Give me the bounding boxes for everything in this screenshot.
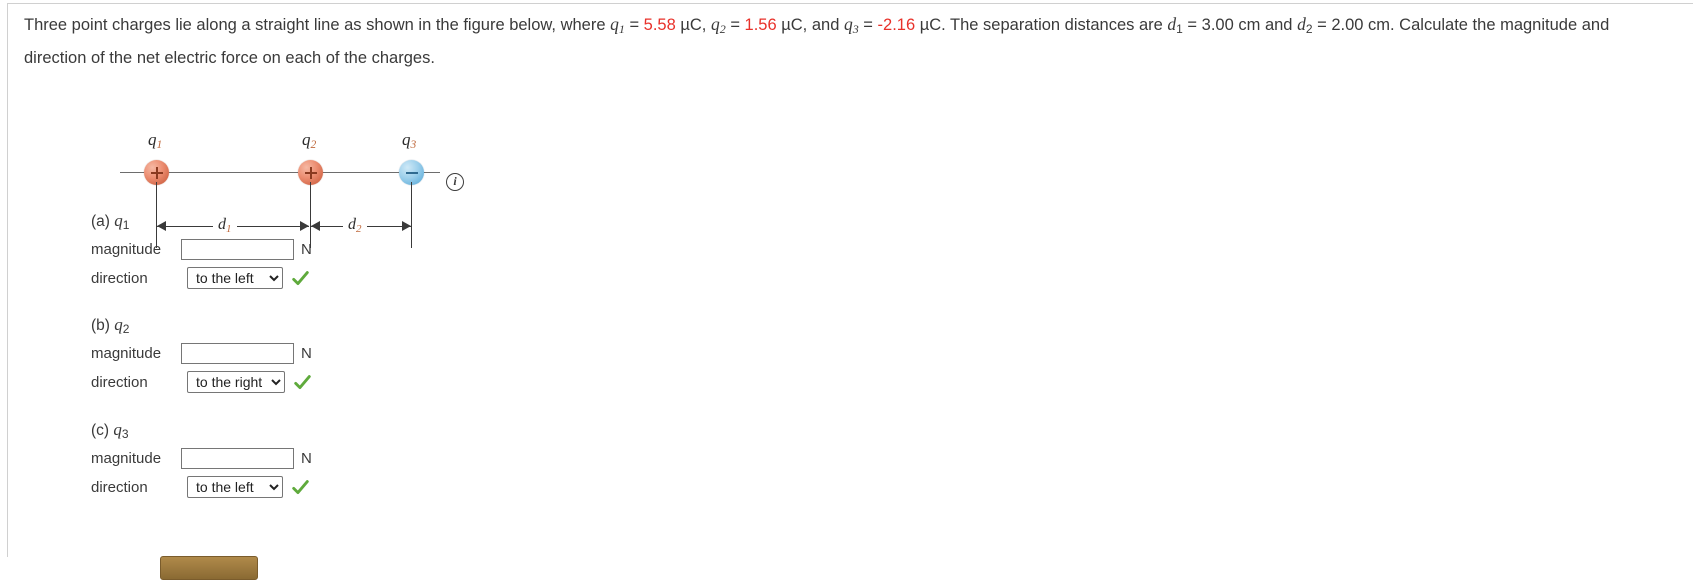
submit-button[interactable] [160,556,258,580]
part-a-correct-check-icon [292,270,309,285]
d2-equals: = [1312,16,1332,34]
part-b-direction-label: direction [91,373,148,391]
q3-symbol: q [843,14,853,34]
charge-label-q1: q1 [148,130,163,151]
d1-value: 3.00 cm [1201,16,1261,34]
d1-subscript: 1 [1176,22,1183,36]
q2-symbol: q [710,14,720,34]
q1-equals: = [624,16,644,34]
statement-text-intro: Three point charges lie along a straight… [24,16,611,34]
part-b-magnitude-input[interactable] [181,342,294,364]
dimension-label-d2: d2 [343,216,367,235]
d2-symbol: d [1297,14,1306,34]
d2-value: 2.00 cm [1331,16,1391,34]
part-b-magnitude-row: magnitude N [91,340,312,366]
part-c-direction-row: direction to the leftto the right [91,474,312,500]
part-a-title: (a) q1 [91,211,130,232]
q1-symbol: q [610,14,619,34]
q3-equals: = [858,16,878,34]
part-c-magnitude-label: magnitude [91,449,162,467]
part-b-direction-select[interactable]: to the leftto the right [187,371,285,393]
q1-unit: µC, [675,16,711,34]
arrow-right-d2-icon [402,221,411,231]
part-b-unit: N [301,344,312,362]
part-b-correct-check-icon [294,374,311,389]
part-c-magnitude-row: magnitude N [91,445,312,471]
charge-label-q3: q3 [402,130,417,151]
answer-part-b: (b) q2 magnitude N direction to the left… [91,315,312,395]
part-c-unit: N [301,449,312,467]
part-b-title: (b) q2 [91,315,130,336]
part-b-magnitude-label: magnitude [91,344,162,362]
part-b-direction-row: direction to the leftto the right [91,369,312,395]
q1-value: 5.58 [643,16,676,34]
part-a-direction-row: direction to the leftto the right [91,265,312,291]
statement-and: and [1260,16,1298,34]
part-c-direction-label: direction [91,478,148,496]
q2-equals: = [725,16,745,34]
part-c-title: (c) q3 [91,420,129,441]
answer-part-a: (a) q1 magnitude N direction to the left… [91,211,312,291]
problem-statement: Three point charges lie along a straight… [24,10,1664,73]
part-c-direction-select[interactable]: to the leftto the right [187,476,283,498]
charge-label-q2: q2 [302,130,317,151]
page-frame: Three point charges lie along a straight… [7,3,1693,580]
q2-value: 1.56 [744,16,777,34]
part-a-direction-label: direction [91,269,148,287]
q3-unit: µC. The separation distances are [915,16,1168,34]
d2-subscript: 2 [1305,22,1313,36]
part-a-magnitude-row: magnitude N [91,236,312,262]
charge-diagram: q1 q2 q3 d1 d2 i [108,66,488,248]
part-a-unit: N [301,240,312,258]
d1-equals: = [1182,16,1202,34]
part-c-correct-check-icon [292,479,309,494]
part-c-magnitude-input[interactable] [181,447,294,469]
info-icon[interactable]: i [446,173,464,191]
part-a-magnitude-label: magnitude [91,240,162,258]
arrow-left-d2-icon [311,221,320,231]
extension-line-q3 [411,182,412,248]
part-a-magnitude-input[interactable] [181,238,294,260]
answer-part-c: (c) q3 magnitude N direction to the left… [91,420,312,500]
d1-symbol: d [1167,14,1177,34]
q2-unit: µC, and [776,16,844,34]
part-a-direction-select[interactable]: to the leftto the right [187,267,283,289]
q3-value: -2.16 [877,16,916,34]
